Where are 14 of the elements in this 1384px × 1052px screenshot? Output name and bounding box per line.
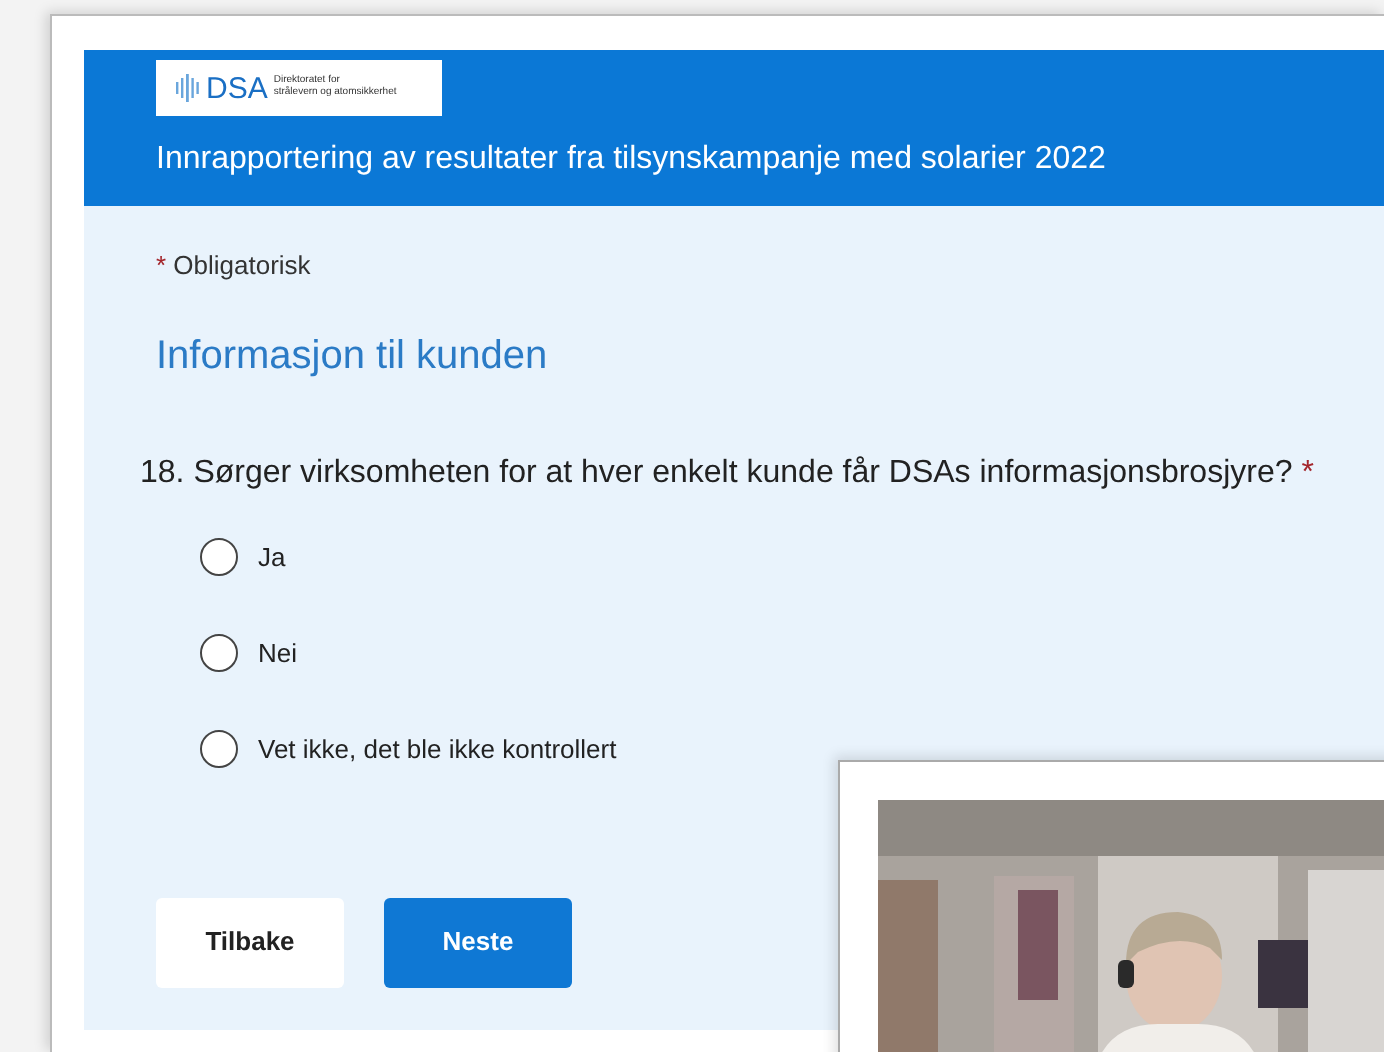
question-text: 18. Sørger virksomheten for at hver enkelt kunde får DSAs informasjonsbrosjyre? * xyxy=(140,453,1316,493)
radio-button[interactable] xyxy=(200,634,238,672)
option-label[interactable]: Nei xyxy=(258,633,298,673)
required-note: * Obligatorisk xyxy=(156,248,313,284)
radio-button[interactable] xyxy=(200,730,238,768)
logo-text: DSA xyxy=(206,73,268,103)
radio-button[interactable] xyxy=(200,538,238,576)
next-button[interactable]: Neste xyxy=(384,897,572,987)
option-label[interactable]: Ja xyxy=(258,537,286,577)
back-button[interactable]: Tilbake xyxy=(156,897,344,987)
option-label[interactable]: Vet ikke, det ble ikke kontrollert xyxy=(258,729,617,769)
section-title: Informasjon til kunden xyxy=(156,331,550,381)
form-title: Innrapportering av resultater fra tilsynskampanje med solarier 2022 xyxy=(156,140,1108,179)
logo-icon xyxy=(176,74,200,102)
